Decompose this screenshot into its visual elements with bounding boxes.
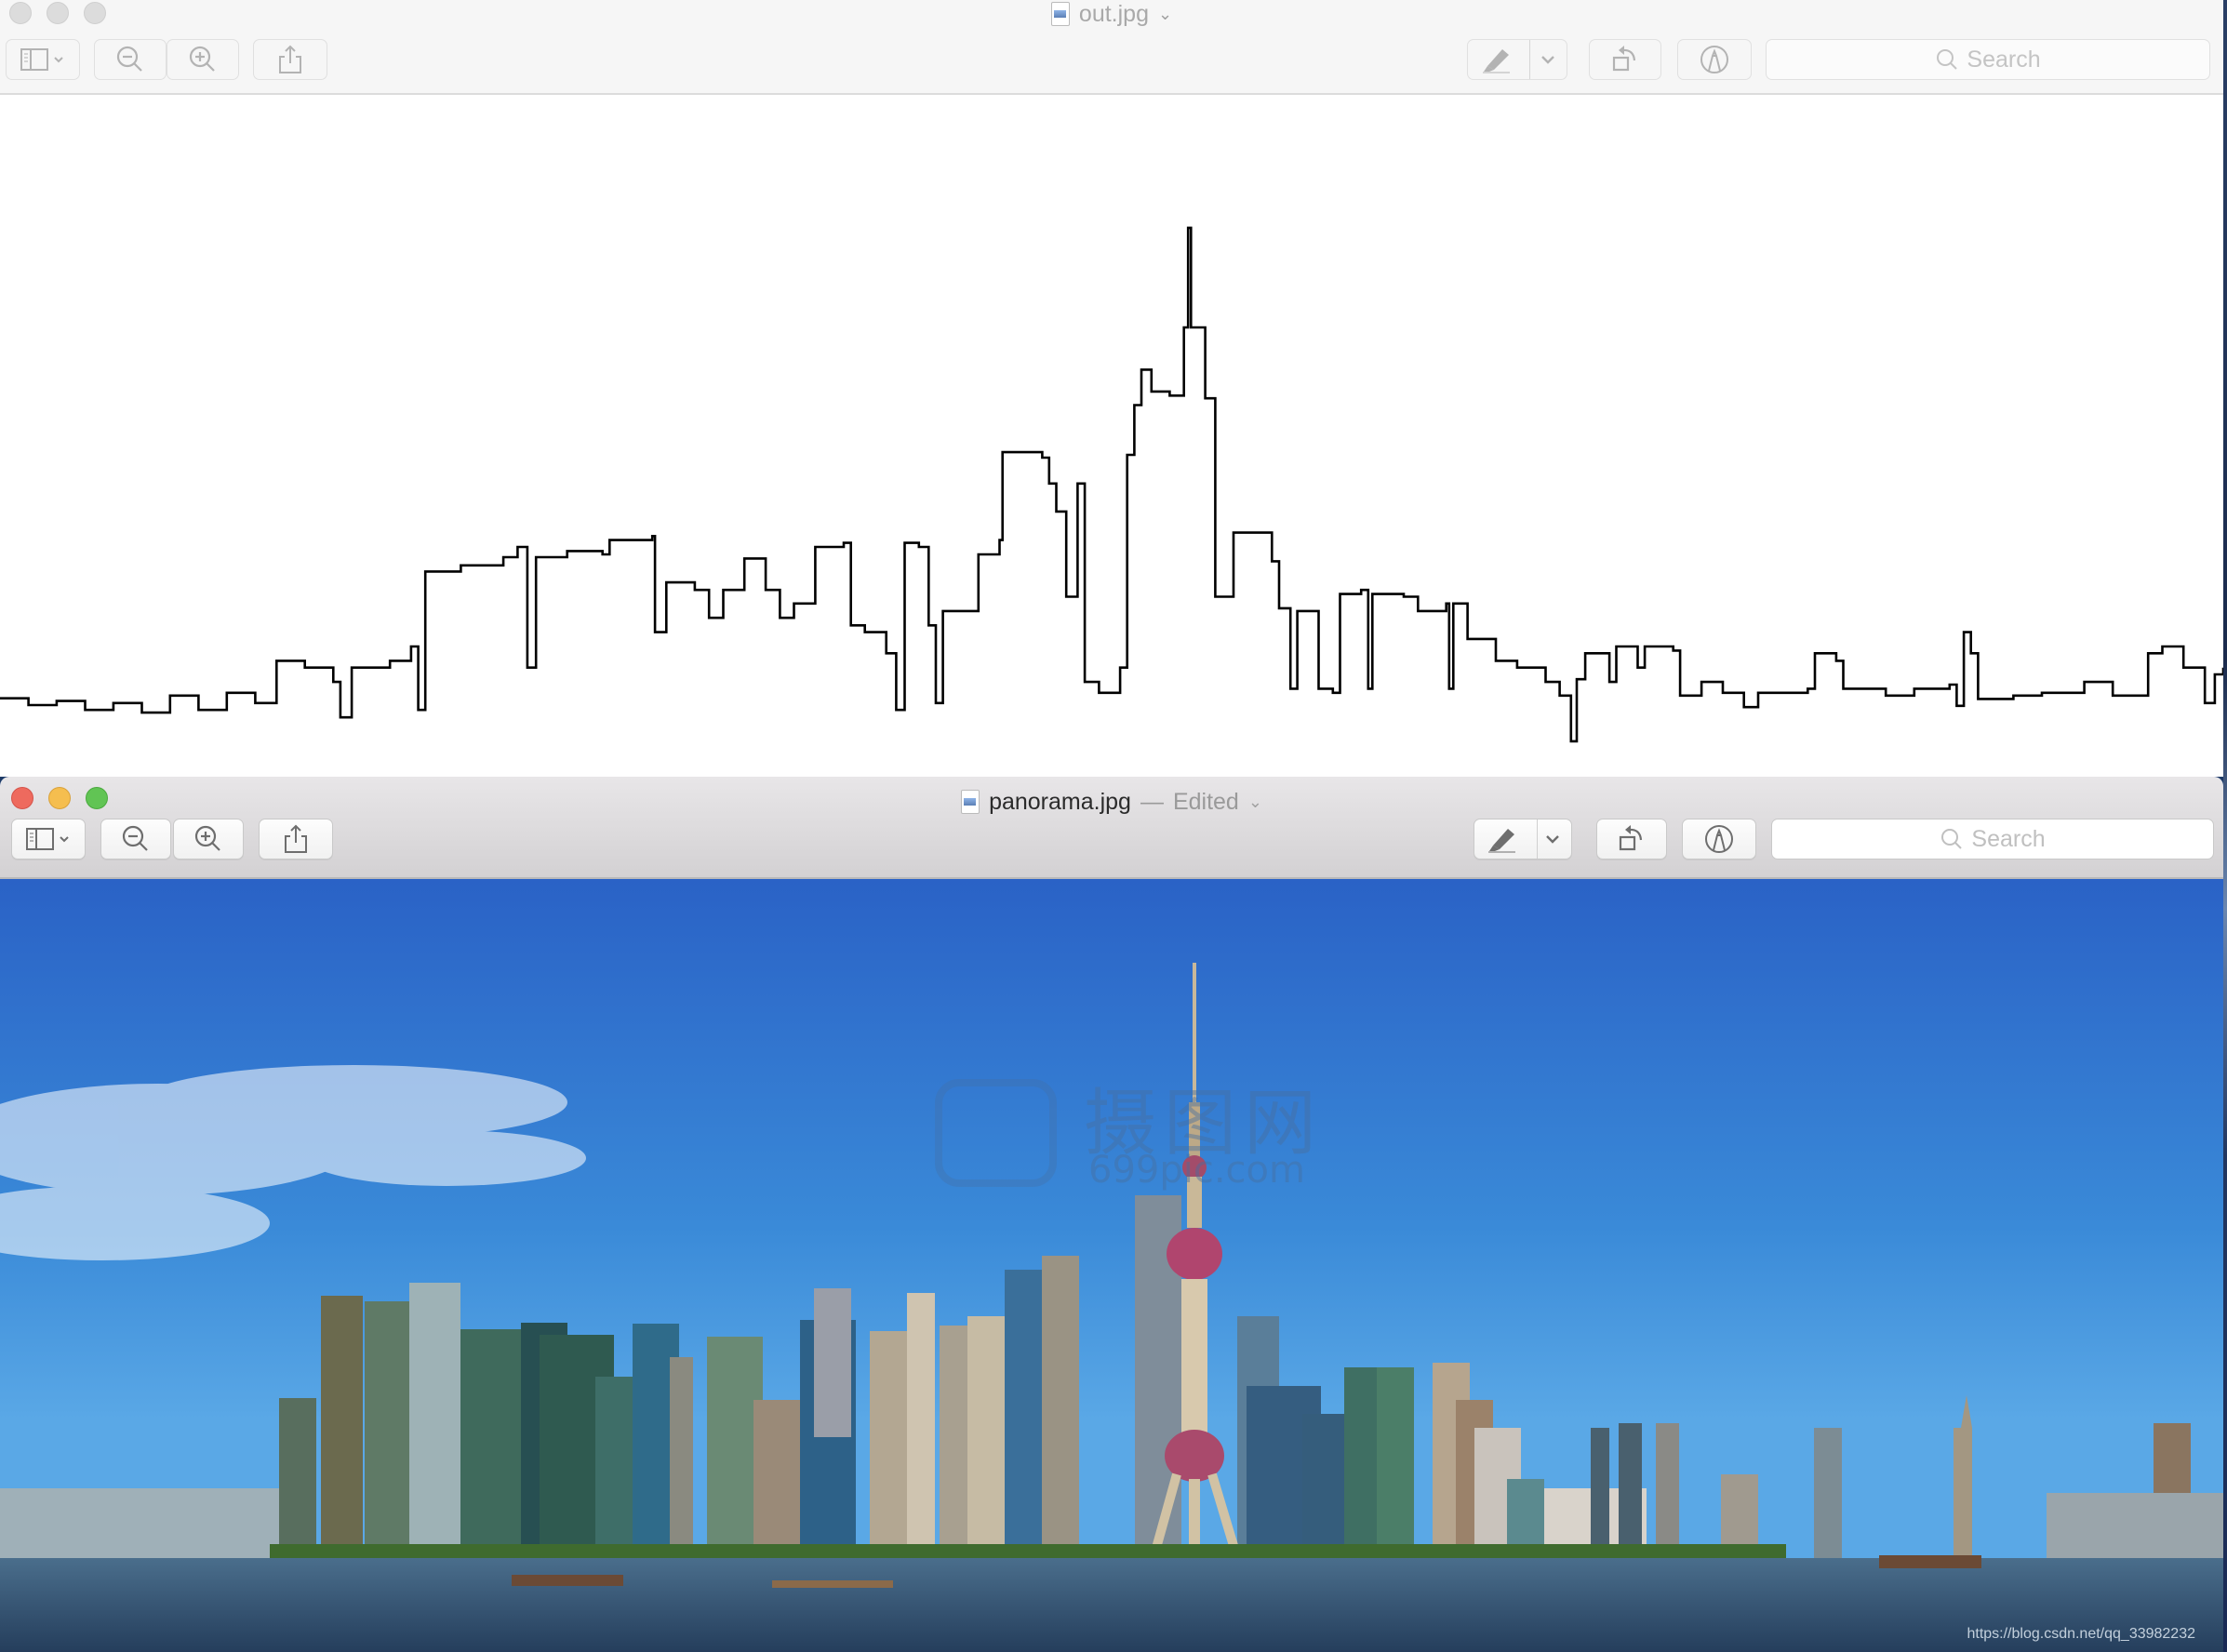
segment-divider [1529, 40, 1530, 79]
segment-divider [1537, 819, 1538, 859]
share-button[interactable] [259, 819, 333, 859]
search-field[interactable]: Search [1766, 39, 2210, 80]
source-url-watermark: https://blog.csdn.net/qq_33982232 [1967, 1626, 2195, 1642]
highlight-button[interactable] [1467, 39, 1567, 80]
chevron-down-icon: ⌄ [1157, 4, 1173, 23]
zoom-in-button[interactable] [173, 819, 244, 859]
highlighter-icon [1483, 49, 1510, 73]
preview-window-out: out.jpg ⌄ Search [0, 0, 2223, 777]
preview-window-panorama: panorama.jpg — Edited ⌄ Search 摄图网 699pi… [0, 777, 2223, 1652]
search-icon [1937, 49, 1958, 70]
zoom-in-button[interactable] [167, 39, 239, 80]
highlighter-icon [1488, 829, 1515, 853]
building [1377, 1367, 1414, 1558]
building [1656, 1423, 1679, 1558]
title-separator: — [1140, 788, 1164, 815]
sidebar-button[interactable] [6, 39, 80, 80]
markup-button[interactable] [1677, 39, 1752, 80]
zoom-out-icon [122, 825, 148, 851]
zoom-out-button[interactable] [94, 39, 167, 80]
rotate-left-icon [1612, 46, 1636, 72]
chevron-down-icon [1541, 56, 1554, 64]
barge [1879, 1555, 1981, 1568]
building [279, 1398, 316, 1556]
rotate-button[interactable] [1589, 39, 1661, 80]
image-canvas-panorama: 摄图网 699pic.com https://blog.csdn.net/qq_… [0, 879, 2223, 1652]
barge [512, 1575, 623, 1586]
titlebar: panorama.jpg — Edited ⌄ Search [0, 777, 2223, 879]
markup-button[interactable] [1682, 819, 1756, 859]
building [814, 1288, 851, 1437]
titlebar: out.jpg ⌄ Search [0, 0, 2223, 95]
image-canvas-out [0, 95, 2223, 777]
title-status: Edited [1172, 788, 1239, 815]
building [1302, 1414, 1344, 1558]
chevron-down-icon: ⌄ [1247, 792, 1262, 811]
zoom-out-icon [116, 46, 142, 72]
building [460, 1329, 526, 1558]
markup-pen-icon [1705, 825, 1733, 853]
rotate-button[interactable] [1596, 819, 1667, 859]
window-title[interactable]: panorama.jpg — Edited ⌄ [0, 787, 2223, 817]
building [1042, 1256, 1079, 1558]
building [907, 1293, 935, 1558]
document-icon [961, 790, 980, 814]
skyline-profile-image [0, 226, 2223, 743]
title-filename: out.jpg [1078, 0, 1149, 27]
building [753, 1400, 805, 1558]
document-icon [1050, 2, 1070, 26]
share-button[interactable] [253, 39, 327, 80]
panorama-photo [0, 879, 2223, 1652]
search-field[interactable]: Search [1771, 819, 2214, 859]
search-placeholder: Search [1967, 46, 2041, 73]
watermark-domain: 699pic.com [1088, 1149, 1305, 1192]
share-icon [285, 824, 307, 853]
window-title[interactable]: out.jpg ⌄ [0, 0, 2223, 28]
watermark-camera-icon [935, 1079, 1057, 1187]
sidebar-icon [20, 48, 63, 71]
highlight-button[interactable] [1474, 819, 1572, 859]
search-icon [1941, 829, 1963, 849]
building [2047, 1493, 2223, 1558]
title-filename: panorama.jpg [989, 788, 1131, 815]
zoom-in-icon [189, 46, 215, 72]
skyline-profile-line [0, 226, 2223, 743]
chevron-down-icon [1546, 835, 1559, 844]
zoom-in-icon [194, 825, 220, 851]
building [1814, 1428, 1842, 1558]
zoom-out-button[interactable] [100, 819, 171, 859]
building [670, 1357, 693, 1558]
share-icon [279, 45, 301, 73]
sidebar-button[interactable] [11, 819, 86, 859]
barge [772, 1580, 893, 1588]
building [1005, 1270, 1042, 1558]
rotate-left-icon [1619, 825, 1643, 851]
markup-pen-icon [1700, 46, 1728, 73]
building [1591, 1428, 1609, 1558]
search-placeholder: Search [1971, 825, 2046, 852]
building [409, 1283, 460, 1558]
desktop-background [2223, 0, 2227, 1652]
building [1954, 1428, 1972, 1558]
building [365, 1301, 411, 1558]
building [1344, 1367, 1377, 1558]
building [1619, 1423, 1642, 1558]
river [0, 1558, 2223, 1652]
sidebar-icon [26, 828, 69, 850]
building [321, 1296, 363, 1556]
building [0, 1488, 279, 1558]
